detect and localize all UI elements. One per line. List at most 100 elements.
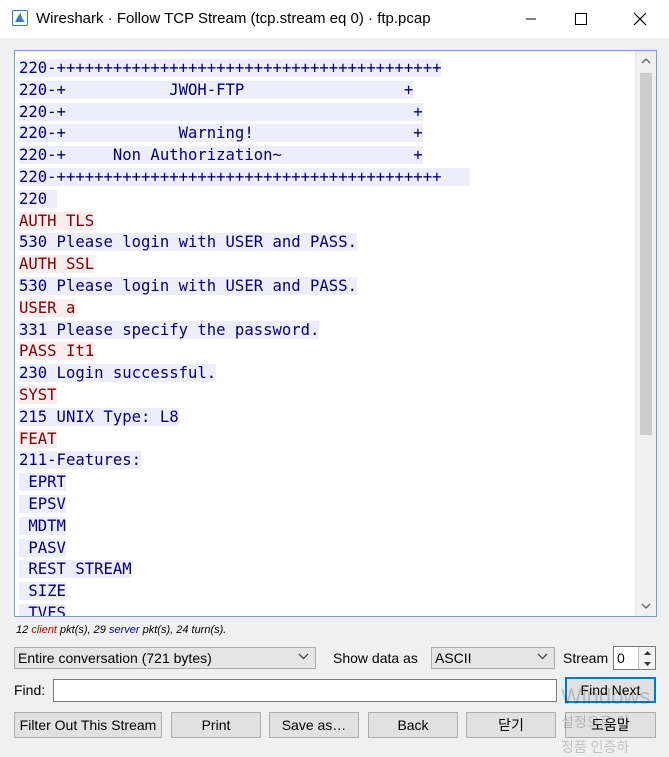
stream-number-value: 0 bbox=[617, 650, 625, 666]
conversation-select[interactable]: Entire conversation (721 bytes) bbox=[14, 647, 316, 669]
maximize-button[interactable] bbox=[558, 0, 604, 38]
print-button[interactable]: Print bbox=[171, 712, 261, 738]
wireshark-fin-icon bbox=[12, 10, 28, 26]
scroll-down-arrow[interactable] bbox=[636, 596, 656, 616]
server-line: 215 UNIX Type: L8 bbox=[19, 407, 470, 429]
server-line: PASV bbox=[19, 538, 470, 560]
spin-up-button[interactable] bbox=[638, 647, 655, 658]
server-line: 230 Login successful. bbox=[19, 363, 470, 385]
server-line-text: 220-+ + bbox=[19, 102, 423, 121]
find-label: Find: bbox=[14, 682, 46, 698]
server-line-text: 215 UNIX Type: L8 bbox=[19, 407, 179, 426]
server-line: MDTM bbox=[19, 516, 470, 538]
minimize-button[interactable] bbox=[508, 0, 554, 38]
server-line-text: 220-++++++++++++++++++++++++++++++++++++… bbox=[19, 59, 442, 77]
server-line: 211-Features: bbox=[19, 450, 470, 472]
chevron-up-icon bbox=[641, 58, 651, 64]
client-word: client bbox=[31, 624, 57, 636]
client-line: AUTH SSL bbox=[19, 254, 470, 276]
server-line: 220-+ Non Authorization~ + bbox=[19, 145, 470, 167]
server-line: EPSV bbox=[19, 494, 470, 516]
server-line: TVFS bbox=[19, 603, 470, 616]
server-line-text: 331 Please specify the password. bbox=[19, 320, 320, 339]
server-line-text: 220-+ JWOH-FTP + bbox=[19, 80, 414, 99]
client-count: 12 bbox=[16, 624, 29, 636]
scroll-up-arrow[interactable] bbox=[636, 51, 656, 71]
conversation-value: Entire conversation (721 bytes) bbox=[18, 650, 212, 666]
client-line-text: USER a bbox=[19, 298, 76, 317]
show-data-label: Show data as bbox=[333, 650, 418, 666]
stream-label: Stream bbox=[563, 650, 609, 666]
server-line: 530 Please login with USER and PASS. bbox=[19, 276, 470, 298]
show-data-select[interactable]: ASCII bbox=[431, 647, 555, 669]
pkts-label-2: pkt(s), 24 turn(s). bbox=[139, 624, 227, 636]
server-line-text: PASV bbox=[19, 538, 66, 557]
server-line: 220-+ Warning! + bbox=[19, 123, 470, 145]
stream-content[interactable]: 220-++++++++++++++++++++++++++++++++++++… bbox=[14, 50, 657, 617]
spin-down-button[interactable] bbox=[638, 658, 655, 669]
server-line: REST STREAM bbox=[19, 559, 470, 581]
chevron-down-icon bbox=[298, 653, 309, 660]
vertical-scrollbar[interactable] bbox=[635, 51, 656, 616]
client-line-text: FEAT bbox=[19, 429, 57, 448]
chevron-up-icon bbox=[643, 650, 651, 655]
server-line: 220-++++++++++++++++++++++++++++++++++++… bbox=[19, 58, 470, 80]
server-line-text: SIZE bbox=[19, 582, 66, 601]
client-line-text: PASS It1 bbox=[19, 342, 95, 361]
pkts-label-1: pkt(s), bbox=[57, 624, 94, 636]
find-input[interactable] bbox=[53, 679, 557, 702]
maximize-icon bbox=[575, 13, 587, 25]
server-line-text: 530 Please login with USER and PASS. bbox=[19, 233, 357, 252]
client-line-text: AUTH SSL bbox=[19, 255, 95, 274]
server-line: 220-+ JWOH-FTP + bbox=[19, 80, 470, 102]
server-word: server bbox=[108, 624, 140, 636]
server-line-text: EPRT bbox=[19, 473, 66, 492]
window-title: Wireshark · Follow TCP Stream (tcp.strea… bbox=[36, 10, 431, 27]
server-line: 530 Please login with USER and PASS. bbox=[19, 232, 470, 254]
title-bar: Wireshark · Follow TCP Stream (tcp.strea… bbox=[0, 0, 669, 38]
client-line: PASS It1 bbox=[19, 341, 470, 363]
server-line-text: TVFS bbox=[19, 603, 66, 616]
help-button[interactable]: 도움말 bbox=[565, 712, 656, 738]
server-line-text: 220-+ Warning! + bbox=[19, 124, 423, 143]
client-line: USER a bbox=[19, 298, 470, 320]
save-as-button[interactable]: Save as… bbox=[269, 712, 359, 738]
minimize-icon bbox=[526, 18, 536, 20]
client-line-text: SYST bbox=[19, 385, 57, 404]
filter-out-stream-button[interactable]: Filter Out This Stream bbox=[14, 712, 162, 738]
server-line: EPRT bbox=[19, 472, 470, 494]
activation-watermark-line3: 정품 인증하 bbox=[561, 739, 630, 755]
server-line: 331 Please specify the password. bbox=[19, 320, 470, 342]
server-line: 220 bbox=[19, 189, 470, 211]
close-button[interactable]: 닫기 bbox=[466, 712, 556, 738]
server-line-text: 211-Features: bbox=[19, 451, 142, 470]
server-line: SIZE bbox=[19, 581, 470, 603]
stream-number-spinbox[interactable]: 0 bbox=[613, 646, 656, 670]
server-line-text: 530 Please login with USER and PASS. bbox=[19, 276, 357, 295]
chevron-down-icon bbox=[643, 661, 651, 666]
server-line-text: EPSV bbox=[19, 494, 66, 513]
client-line-text: AUTH TLS bbox=[19, 211, 95, 230]
server-line-text: 220 bbox=[19, 189, 57, 208]
stream-lines: 220-++++++++++++++++++++++++++++++++++++… bbox=[19, 58, 470, 616]
server-count: 29 bbox=[93, 624, 106, 636]
server-line: 220-++++++++++++++++++++++++++++++++++++… bbox=[19, 167, 470, 189]
chevron-down-icon bbox=[537, 653, 548, 660]
client-line: FEAT bbox=[19, 429, 470, 451]
server-line-text: 220-++++++++++++++++++++++++++++++++++++… bbox=[19, 167, 470, 186]
back-button[interactable]: Back bbox=[368, 712, 458, 738]
find-next-button[interactable]: Find Next bbox=[565, 677, 656, 703]
client-line: SYST bbox=[19, 385, 470, 407]
chevron-down-icon bbox=[641, 603, 651, 609]
scrollbar-thumb[interactable] bbox=[640, 73, 652, 435]
server-line-text: 220-+ Non Authorization~ + bbox=[19, 146, 423, 165]
server-line-text: REST STREAM bbox=[19, 560, 132, 579]
stream-summary: 12 client pkt(s), 29 server pkt(s), 24 t… bbox=[16, 624, 226, 636]
show-data-value: ASCII bbox=[435, 650, 472, 666]
server-line-text: MDTM bbox=[19, 516, 66, 535]
server-line: 220-+ + bbox=[19, 102, 470, 124]
close-window-button[interactable] bbox=[617, 0, 663, 38]
server-line-text: 230 Login successful. bbox=[19, 364, 217, 383]
close-icon bbox=[633, 12, 647, 26]
client-line: AUTH TLS bbox=[19, 211, 470, 233]
